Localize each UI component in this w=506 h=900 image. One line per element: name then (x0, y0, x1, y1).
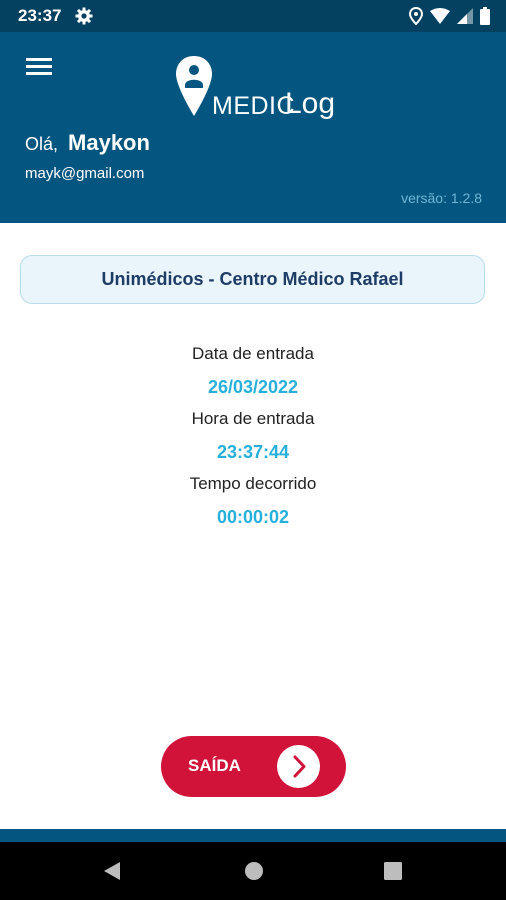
user-email: mayk@gmail.com (25, 165, 145, 182)
elapsed-time-value: 00:00:02 (216, 507, 290, 527)
exit-button[interactable]: SAÍDA (161, 736, 346, 797)
bottom-bar (0, 829, 506, 842)
greeting-text: Olá, (25, 134, 59, 154)
back-icon[interactable] (102, 860, 122, 887)
greeting: Olá, Maykon (25, 130, 150, 156)
location-icon (408, 6, 424, 30)
app-version: versão: 1.2.8 (401, 190, 482, 206)
entry-time-label: Hora de entrada (191, 409, 315, 428)
gear-icon (75, 7, 93, 30)
signal-icon (457, 8, 473, 29)
user-name: Maykon (68, 130, 150, 155)
entry-info: Data de entrada 26/03/2022 Hora de entra… (0, 340, 506, 535)
entry-date-label: Data de entrada (192, 344, 314, 363)
chevron-right-icon (277, 745, 320, 788)
battery-icon (480, 7, 490, 30)
logo-text-medic: MEDIC (212, 92, 296, 120)
status-icons (408, 6, 490, 30)
exit-button-label: SAÍDA (188, 756, 241, 775)
entry-date-value: 26/03/2022 (207, 377, 299, 397)
hamburger-menu-icon[interactable] (26, 56, 52, 81)
mediclog-logo: MEDIC Log (170, 54, 340, 128)
status-bar: 23:37 (0, 0, 506, 32)
clinic-name: Unimédicos - Centro Médico Rafael (101, 269, 404, 289)
logo-text-log: Log (285, 87, 336, 120)
system-nav-bar (0, 842, 506, 900)
home-icon[interactable] (244, 861, 264, 886)
status-time: 23:37 (18, 6, 62, 25)
elapsed-time-label: Tempo decorrido (189, 474, 317, 493)
wifi-icon (430, 8, 450, 29)
clinic-card: Unimédicos - Centro Médico Rafael (20, 255, 485, 304)
recents-icon[interactable] (384, 862, 402, 885)
entry-time-value: 23:37:44 (216, 442, 290, 462)
app-header: MEDIC Log Olá, Maykon mayk@gmail.com ver… (0, 32, 506, 223)
